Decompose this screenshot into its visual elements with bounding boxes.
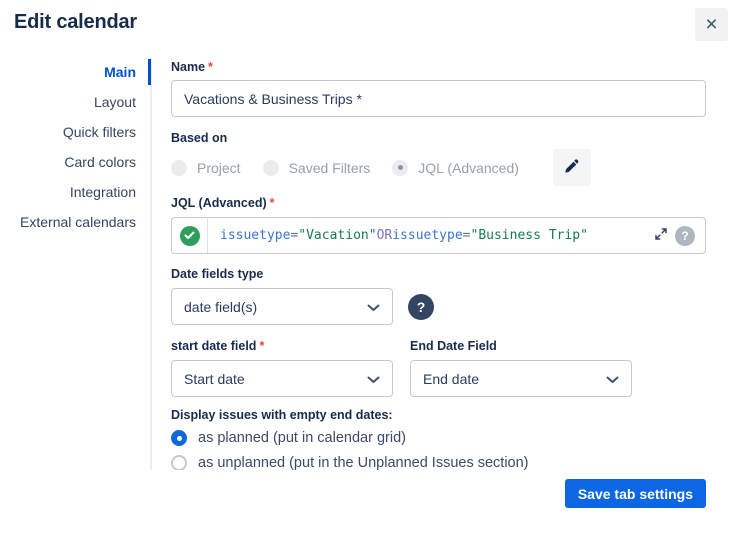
chevron-down-icon [367, 371, 380, 387]
check-icon [179, 225, 200, 246]
chevron-down-icon [367, 299, 380, 315]
radio-jql-advanced: JQL (Advanced) [392, 159, 519, 176]
close-icon: × [705, 13, 718, 36]
radio-project: Project [171, 159, 241, 176]
radio-project-circle [171, 159, 187, 176]
radio-as-planned-circle [171, 430, 187, 446]
sidebar-item-integration[interactable]: Integration [0, 178, 136, 208]
date-fields-row: start date field * Start date End Date Fi… [171, 339, 706, 397]
start-date-field-label: start date field * [171, 339, 265, 353]
name-input[interactable] [171, 80, 706, 117]
dialog-header: Edit calendar × [0, 0, 740, 41]
radio-as-planned-label: as planned (put in calendar grid) [198, 430, 406, 446]
jql-token-keyword: OR [376, 228, 393, 243]
date-fields-type-label: Date fields type [171, 267, 264, 281]
save-tab-settings-button[interactable]: Save tab settings [564, 479, 706, 508]
edit-based-on-button[interactable] [552, 149, 591, 186]
jql-valid-indicator [172, 218, 208, 253]
required-asterisk: * [259, 339, 265, 353]
radio-project-label: Project [197, 159, 241, 176]
required-asterisk: * [208, 60, 213, 74]
jql-token-field: issuetype [220, 228, 291, 243]
sidebar-item-main[interactable]: Main [0, 58, 151, 88]
radio-saved-filters-label: Saved Filters [288, 159, 371, 176]
sidebar: Main Layout Quick filters Card colors In… [0, 58, 152, 470]
radio-jql-advanced-circle [392, 159, 409, 176]
form-content: Name* Based on Project Saved Filters JQL… [152, 58, 740, 470]
start-date-field-select[interactable]: Start date [171, 360, 393, 397]
jql-label: JQL (Advanced) * [171, 196, 275, 210]
end-date-field-label: End Date Field [410, 339, 497, 353]
date-fields-type-row: date field(s) ? [171, 288, 706, 325]
radio-saved-filters: Saved Filters [262, 159, 371, 176]
dialog-footer: Save tab settings [0, 479, 740, 508]
date-fields-type-select[interactable]: date field(s) [171, 288, 393, 325]
expand-jql-button[interactable] [654, 227, 668, 244]
start-date-field-value: Start date [184, 370, 245, 387]
based-on-label: Based on [171, 131, 228, 145]
empty-end-dates-label: Display issues with empty end dates: [171, 408, 393, 422]
end-date-field-value: End date [423, 370, 480, 387]
radio-jql-advanced-label: JQL (Advanced) [418, 159, 519, 176]
jql-token-string: "Business Trip" [470, 228, 588, 243]
radio-as-planned[interactable]: as planned (put in calendar grid) [171, 428, 706, 448]
based-on-radio-group: Project Saved Filters JQL (Advanced) [171, 149, 706, 186]
pencil-icon [563, 158, 580, 178]
radio-as-unplanned[interactable]: as unplanned (put in the Unplanned Issue… [171, 453, 706, 470]
jql-token-field: issuetype [392, 228, 463, 243]
jql-token-operator: = [462, 228, 471, 243]
jql-token-string: "Vacation" [298, 228, 377, 243]
chevron-down-icon [606, 371, 619, 387]
sidebar-item-layout[interactable]: Layout [0, 88, 136, 118]
sidebar-item-quick-filters[interactable]: Quick filters [0, 118, 136, 148]
end-date-column: End Date Field End date [410, 339, 632, 397]
start-date-column: start date field * Start date [171, 339, 393, 397]
date-fields-type-help-icon[interactable]: ? [408, 293, 434, 320]
jql-help-icon[interactable]: ? [675, 225, 695, 246]
jql-editor: issuetype = "Vacation" OR issuetype = "B… [171, 217, 706, 254]
sidebar-item-external-calendars[interactable]: External calendars [0, 208, 136, 238]
expand-diagonal-icon [654, 227, 668, 244]
page-title: Edit calendar [14, 11, 137, 33]
sidebar-item-card-colors[interactable]: Card colors [0, 148, 136, 178]
jql-actions: ? [648, 218, 705, 253]
radio-saved-filters-circle [262, 159, 279, 176]
dialog-body: Main Layout Quick filters Card colors In… [0, 58, 740, 470]
close-button[interactable]: × [695, 8, 728, 41]
end-date-field-select[interactable]: End date [410, 360, 632, 397]
jql-token-operator: = [290, 228, 299, 243]
required-asterisk: * [269, 196, 275, 210]
radio-as-unplanned-label: as unplanned (put in the Unplanned Issue… [198, 455, 529, 470]
date-fields-type-value: date field(s) [184, 298, 258, 315]
name-label: Name * [171, 60, 213, 74]
jql-query-input[interactable]: issuetype = "Vacation" OR issuetype = "B… [208, 218, 648, 253]
radio-as-unplanned-circle [171, 455, 187, 470]
